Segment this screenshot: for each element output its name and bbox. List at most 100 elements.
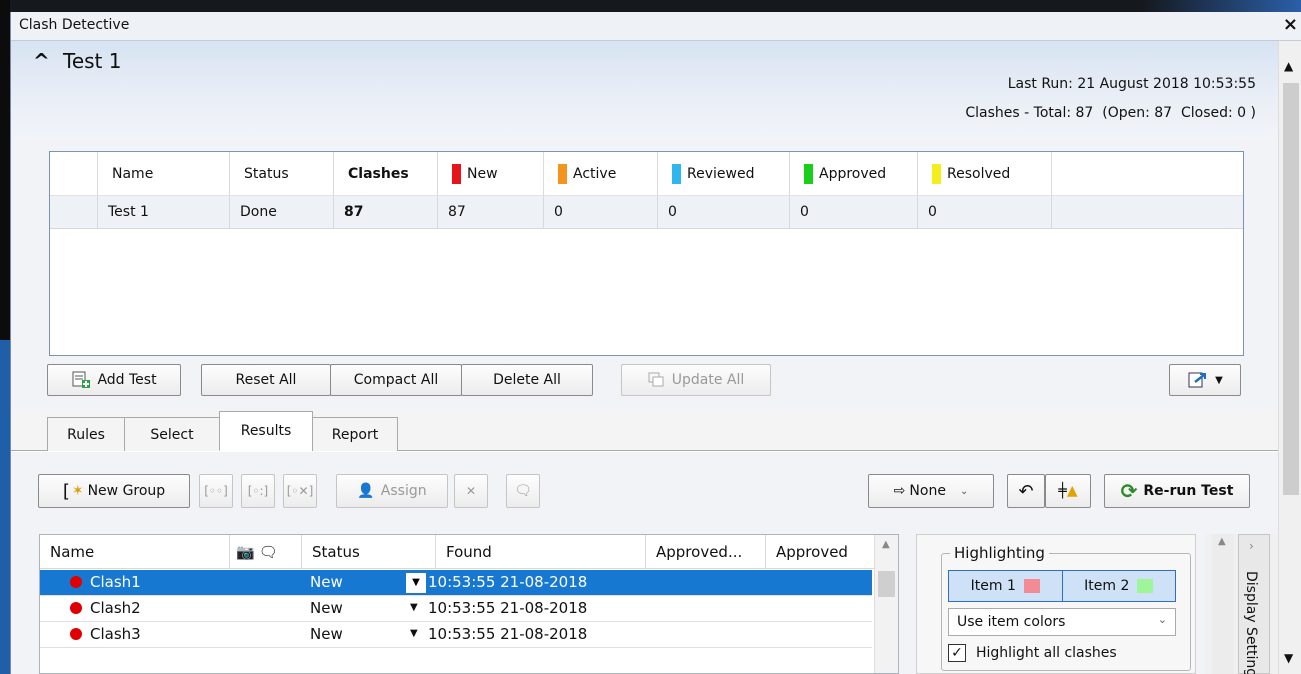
close-icon[interactable]: ×	[1283, 14, 1298, 35]
column-clashes[interactable]: Clashes	[334, 152, 438, 195]
background-left-edge	[0, 0, 10, 674]
undo-button[interactable]: ↶	[1007, 474, 1045, 508]
scroll-thumb[interactable]	[878, 571, 895, 597]
highlight-color-select[interactable]: Use item colors ⌄	[948, 608, 1176, 636]
results-table-header: Name 📷 🗨 Status Found Approved... Approv…	[40, 535, 898, 569]
undo-icon: ↶	[1018, 480, 1034, 502]
remove-from-group-icon: [◦✕]	[286, 484, 314, 498]
column-reviewed-label: Reviewed	[687, 165, 755, 182]
tab-rules[interactable]: Rules	[47, 417, 125, 451]
group-icon-button-2[interactable]: [◦:]	[241, 474, 275, 508]
new-group-bracket-icon: [	[62, 480, 70, 502]
table-row[interactable]: Clash2 New ▼ 10:53:55 21-08-2018	[40, 596, 872, 622]
status-dot-icon	[70, 602, 82, 614]
display-settings-panel: Highlighting Item 1 Item 2 Use item colo…	[916, 534, 1196, 674]
table-row[interactable]: Clash3 New ▼ 10:53:55 21-08-2018	[40, 622, 872, 648]
tab-select[interactable]: Select	[124, 417, 220, 451]
column-name[interactable]: Name	[40, 535, 230, 568]
column-resolved[interactable]: Resolved	[918, 152, 1052, 195]
column-approved[interactable]: Approved	[766, 535, 876, 568]
reviewed-swatch-icon	[672, 163, 681, 184]
resolved-swatch-icon	[932, 163, 941, 184]
assign-user-icon: 👤	[357, 483, 375, 499]
add-comment-button[interactable]: 🗨	[506, 474, 540, 508]
new-group-star-icon: ✶	[71, 483, 84, 499]
results-scrollbar[interactable]: ▲	[874, 535, 898, 673]
scroll-up-icon[interactable]: ▲	[1218, 536, 1226, 547]
vertical-scrollbar[interactable]: ▲ ▼	[1278, 41, 1301, 674]
add-test-icon	[72, 371, 91, 388]
new-group-button[interactable]: [ ✶ New Group	[38, 474, 190, 508]
status-dropdown-icon[interactable]: ▼	[410, 628, 418, 639]
dim-other-button[interactable]: ╪▲	[1045, 474, 1091, 508]
clash-name: Clash3	[70, 625, 141, 643]
column-found[interactable]: Found	[436, 535, 646, 568]
unassign-button[interactable]: ✕	[454, 474, 488, 508]
export-dropdown-button[interactable]: ▼	[1169, 364, 1241, 396]
clash-status: New	[310, 573, 343, 591]
tab-report[interactable]: Report	[312, 417, 398, 451]
column-icons[interactable]: 📷 🗨	[230, 535, 302, 568]
highlight-all-checkbox-row[interactable]: ✓ Highlight all clashes	[948, 644, 1117, 662]
panel-scrollbar[interactable]: ▲	[1212, 534, 1234, 674]
camera-icon: 📷	[236, 542, 255, 561]
new-swatch-icon	[452, 163, 461, 184]
highlight-all-checkbox[interactable]: ✓	[948, 644, 966, 662]
column-name[interactable]: Name	[98, 152, 230, 195]
test-row[interactable]: Test 1 Done 87 87 0 0 0 0	[50, 196, 1243, 229]
scroll-thumb[interactable]	[1283, 83, 1299, 495]
update-all-button[interactable]: Update All	[621, 364, 771, 396]
tab-bar: Rules Select Results Report	[11, 409, 1278, 451]
status-dropdown-icon[interactable]: ▼	[410, 602, 418, 613]
title-bar: Clash Detective ×	[11, 12, 1301, 41]
item2-button[interactable]: Item 2	[1063, 571, 1176, 601]
delete-all-button[interactable]: Delete All	[461, 364, 593, 396]
export-icon	[1188, 372, 1207, 388]
scroll-up-icon[interactable]: ▲	[882, 539, 890, 550]
tests-table: Name Status Clashes New Active Reviewed …	[49, 151, 1244, 356]
clash-found: 10:53:55 21-08-2018	[428, 573, 588, 591]
tests-table-header: Name Status Clashes New Active Reviewed …	[50, 152, 1243, 196]
column-status[interactable]: Status	[302, 535, 436, 568]
column-new-label: New	[467, 165, 498, 182]
highlighting-legend: Highlighting	[950, 544, 1049, 562]
display-settings-tab[interactable]: › Display Settings	[1238, 534, 1270, 674]
tab-results[interactable]: Results	[219, 411, 313, 451]
highlight-mode-dropdown[interactable]: ⇨ None ⌄	[868, 474, 994, 508]
comment-icon: 🗨	[258, 542, 278, 561]
status-dropdown-icon[interactable]: ▼	[406, 573, 426, 593]
highlight-mode-value: None	[909, 483, 946, 499]
column-new[interactable]: New	[438, 152, 544, 195]
clash-detective-window: Clash Detective × ^ Test 1 Last Run: 21 …	[10, 12, 1301, 674]
scroll-down-icon[interactable]: ▼	[1284, 651, 1293, 665]
clash-name-text: Clash1	[90, 573, 141, 591]
table-row[interactable]: Clash1 New ▼ 10:53:55 21-08-2018	[40, 570, 872, 596]
column-approved[interactable]: Approved	[790, 152, 918, 195]
last-run-label: Last Run: 21 August 2018 10:53:55	[1007, 76, 1256, 92]
rerun-test-button[interactable]: ⟳ Re-run Test	[1104, 474, 1250, 508]
column-status[interactable]: Status	[230, 152, 334, 195]
column-active[interactable]: Active	[544, 152, 658, 195]
dropdown-arrow-icon: ▼	[1215, 374, 1223, 386]
assign-label: Assign	[380, 483, 427, 499]
expand-chevron-icon[interactable]: ›	[1249, 539, 1254, 553]
add-test-button[interactable]: Add Test	[47, 364, 181, 396]
assign-button[interactable]: 👤 Assign	[336, 474, 448, 508]
update-all-label: Update All	[671, 372, 745, 388]
reset-all-button[interactable]: Reset All	[201, 364, 331, 396]
compact-all-button[interactable]: Compact All	[330, 364, 462, 396]
clash-name: Clash2	[70, 599, 141, 617]
collapse-chevron-icon[interactable]: ^	[33, 49, 50, 73]
column-approved-by[interactable]: Approved...	[646, 535, 766, 568]
group-icon-button-3[interactable]: [◦✕]	[283, 474, 317, 508]
add-test-label: Add Test	[97, 372, 157, 388]
column-approved-label: Approved	[819, 165, 887, 182]
column-reviewed[interactable]: Reviewed	[658, 152, 790, 195]
new-group-label: New Group	[87, 483, 166, 499]
results-table: Name 📷 🗨 Status Found Approved... Approv…	[39, 534, 899, 674]
scroll-up-icon[interactable]: ▲	[1284, 59, 1293, 73]
item1-button[interactable]: Item 1	[949, 571, 1063, 601]
test-row-resolved: 0	[918, 196, 1052, 228]
group-icon-button-1[interactable]: [◦◦]	[199, 474, 233, 508]
test-row-clashes: 87	[334, 196, 438, 228]
